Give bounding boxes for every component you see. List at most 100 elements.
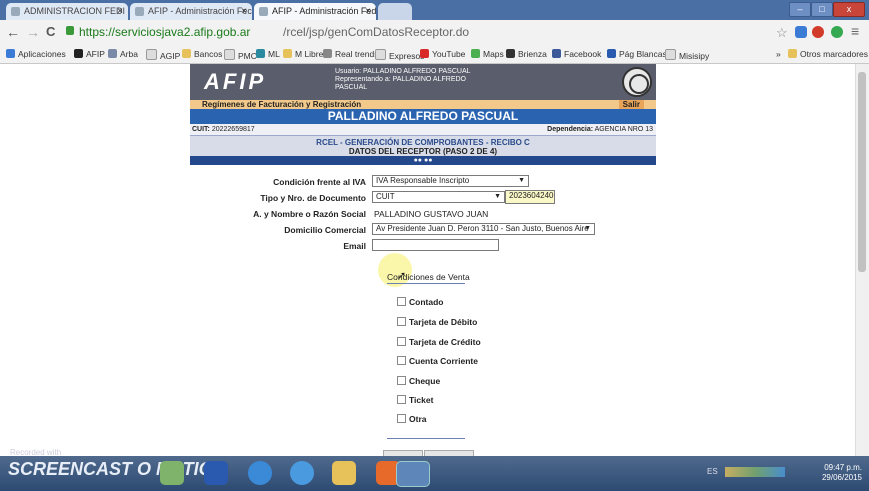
page-icon — [665, 49, 676, 60]
taskbar-app-icon[interactable] — [160, 461, 184, 485]
tab-label: AFIP - Administración Fec — [148, 6, 252, 16]
opcion-contado[interactable]: Contado — [397, 297, 443, 307]
page-favicon-icon — [135, 7, 144, 16]
rcel-title-bar: RCEL - GENERACIÓN DE COMPROBANTES - RECI… — [190, 136, 656, 156]
explorer-icon[interactable] — [332, 461, 356, 485]
opcion-otra[interactable]: Otra — [397, 414, 426, 424]
opcion-cheque[interactable]: Cheque — [397, 376, 440, 386]
word-icon[interactable] — [204, 461, 228, 485]
clock[interactable]: 09:47 p.m. 29/06/2015 — [810, 463, 862, 483]
tab-afip-1[interactable]: AFIP - Administración Fec × — [130, 3, 252, 20]
afip-favicon-icon — [11, 7, 20, 16]
url-path: /rcel/jsp/genComDatosReceptor.do — [283, 25, 470, 39]
bookmark-item[interactable]: Arba — [108, 49, 138, 59]
checkbox[interactable] — [397, 297, 406, 306]
menu-icon[interactable]: ≡ — [851, 23, 859, 39]
bookmarks-overflow-button[interactable]: » — [776, 49, 781, 59]
forward-button[interactable]: → — [26, 24, 40, 40]
realtrends-icon — [323, 49, 332, 58]
bookmark-item[interactable]: ML — [256, 49, 280, 59]
tab-label: ADMINISTRACION FEDI — [24, 6, 126, 16]
youtube-icon — [420, 49, 429, 58]
nro-documento-input[interactable]: 20236042406 — [505, 190, 555, 204]
close-tab-icon[interactable]: × — [117, 3, 123, 20]
email-input[interactable] — [372, 239, 499, 251]
cuit-bar: CUIT: 20222659817 Dependencia: AGENCIA N… — [190, 124, 656, 136]
bookmark-item[interactable]: Aplicaciones — [6, 49, 66, 59]
opcion-cuenta-corriente[interactable]: Cuenta Corriente — [397, 356, 478, 366]
bookmark-item[interactable]: Facebook — [552, 49, 601, 59]
afip-icon — [74, 49, 83, 58]
domicilio-select[interactable]: Av Presidente Juan D. Peron 3110 - San J… — [372, 223, 595, 235]
rcel-title: RCEL - GENERACIÓN DE COMPROBANTES - RECI… — [316, 138, 530, 147]
regimenes-link[interactable]: Regímenes de Facturación y Registración — [202, 100, 361, 109]
tab-administracion[interactable]: ADMINISTRACION FEDI × — [6, 3, 128, 20]
email-label: Email — [343, 241, 366, 251]
contribuyente-name: PALLADINO ALFREDO PASCUAL — [190, 109, 656, 124]
checkbox[interactable] — [397, 356, 406, 365]
bookmark-item[interactable]: Misisipy — [665, 49, 709, 61]
salir-button[interactable]: Salir — [618, 100, 644, 109]
representando-text: Representando a: PALLADINO ALFREDO — [335, 76, 466, 83]
opcion-ticket[interactable]: Ticket — [397, 395, 433, 405]
chrome-taskbar-icon[interactable] — [396, 461, 430, 487]
new-tab-button[interactable] — [378, 3, 412, 20]
url-domain: https://serviciosjava2.afip.gob.ar — [79, 25, 251, 39]
section-divider — [387, 438, 465, 439]
tab-label: AFIP - Administración Fed — [272, 6, 376, 16]
other-bookmarks[interactable]: Otros marcadores — [788, 49, 868, 59]
bookmark-item[interactable]: AGIP — [146, 49, 180, 61]
reload-button[interactable]: C — [46, 24, 55, 39]
star-icon[interactable]: ☆ — [776, 25, 788, 41]
tipo-documento-select[interactable]: CUIT ▼ — [372, 191, 505, 203]
afip-logo: AFIP — [204, 69, 267, 94]
extension-icon[interactable] — [831, 26, 843, 38]
maps-icon — [471, 49, 480, 58]
bookmark-item[interactable]: Bancos — [182, 49, 222, 59]
checkbox[interactable] — [397, 395, 406, 404]
page-icon — [375, 49, 386, 60]
browser-toolbar: ← → C https://serviciosjava2.afip.gob.ar… — [0, 20, 869, 46]
bookmark-item[interactable]: Brienza — [506, 49, 547, 59]
language-indicator[interactable]: ES — [707, 467, 718, 476]
back-button[interactable]: ← — [6, 24, 20, 40]
checkbox[interactable] — [397, 337, 406, 346]
razon-social-value: PALLADINO GUSTAVO JUAN — [374, 209, 489, 219]
checkbox[interactable] — [397, 376, 406, 385]
minimize-button[interactable]: – — [789, 2, 811, 17]
media-player-icon[interactable] — [290, 461, 314, 485]
address-bar[interactable]: https://serviciosjava2.afip.gob.ar /rcel… — [62, 23, 765, 42]
bookmark-item[interactable]: YouTube — [420, 49, 465, 59]
condicion-iva-select[interactable]: IVA Responsable Inscripto ▼ — [372, 175, 529, 187]
extension-icon[interactable] — [795, 26, 807, 38]
checkbox[interactable] — [397, 414, 406, 423]
domicilio-value: Av Presidente Juan D. Peron 3110 - San J… — [376, 224, 589, 233]
folder-icon — [283, 49, 292, 58]
close-window-button[interactable]: x — [833, 2, 865, 17]
opcion-tarjeta-credito[interactable]: Tarjeta de Crédito — [397, 337, 481, 347]
adblock-icon[interactable] — [812, 26, 824, 38]
ie-icon[interactable] — [248, 461, 272, 485]
page-icon — [146, 49, 157, 60]
page-icon — [224, 49, 235, 60]
tipo-documento-label: Tipo y Nro. de Documento — [260, 193, 366, 203]
recorded-with-text: Recorded with — [10, 448, 62, 457]
opcion-tarjeta-debito[interactable]: Tarjeta de Débito — [397, 317, 477, 327]
tray-icons[interactable] — [725, 467, 785, 477]
bookmark-item[interactable]: PMC — [224, 49, 257, 61]
bookmark-item[interactable]: AFIP — [74, 49, 105, 59]
bookmark-item[interactable]: Real trends — [323, 49, 378, 59]
tab-afip-active[interactable]: AFIP - Administración Fed × — [254, 3, 376, 20]
close-tab-icon[interactable]: × — [365, 3, 371, 20]
regimenes-bar: Regímenes de Facturación y Registración … — [190, 100, 656, 109]
bookmark-item[interactable]: Expresos — [375, 49, 424, 61]
bookmark-item[interactable]: M Libre — [283, 49, 323, 59]
bookmark-item[interactable]: Maps — [471, 49, 504, 59]
maximize-button[interactable]: □ — [811, 2, 833, 17]
close-tab-icon[interactable]: × — [241, 3, 247, 20]
seal-inner-icon — [629, 74, 649, 94]
checkbox[interactable] — [397, 317, 406, 326]
dependencia-value: AGENCIA NRO 13 — [594, 126, 653, 133]
scrollbar-thumb[interactable] — [858, 72, 866, 272]
bookmark-item[interactable]: Pág Blancas — [607, 49, 667, 59]
